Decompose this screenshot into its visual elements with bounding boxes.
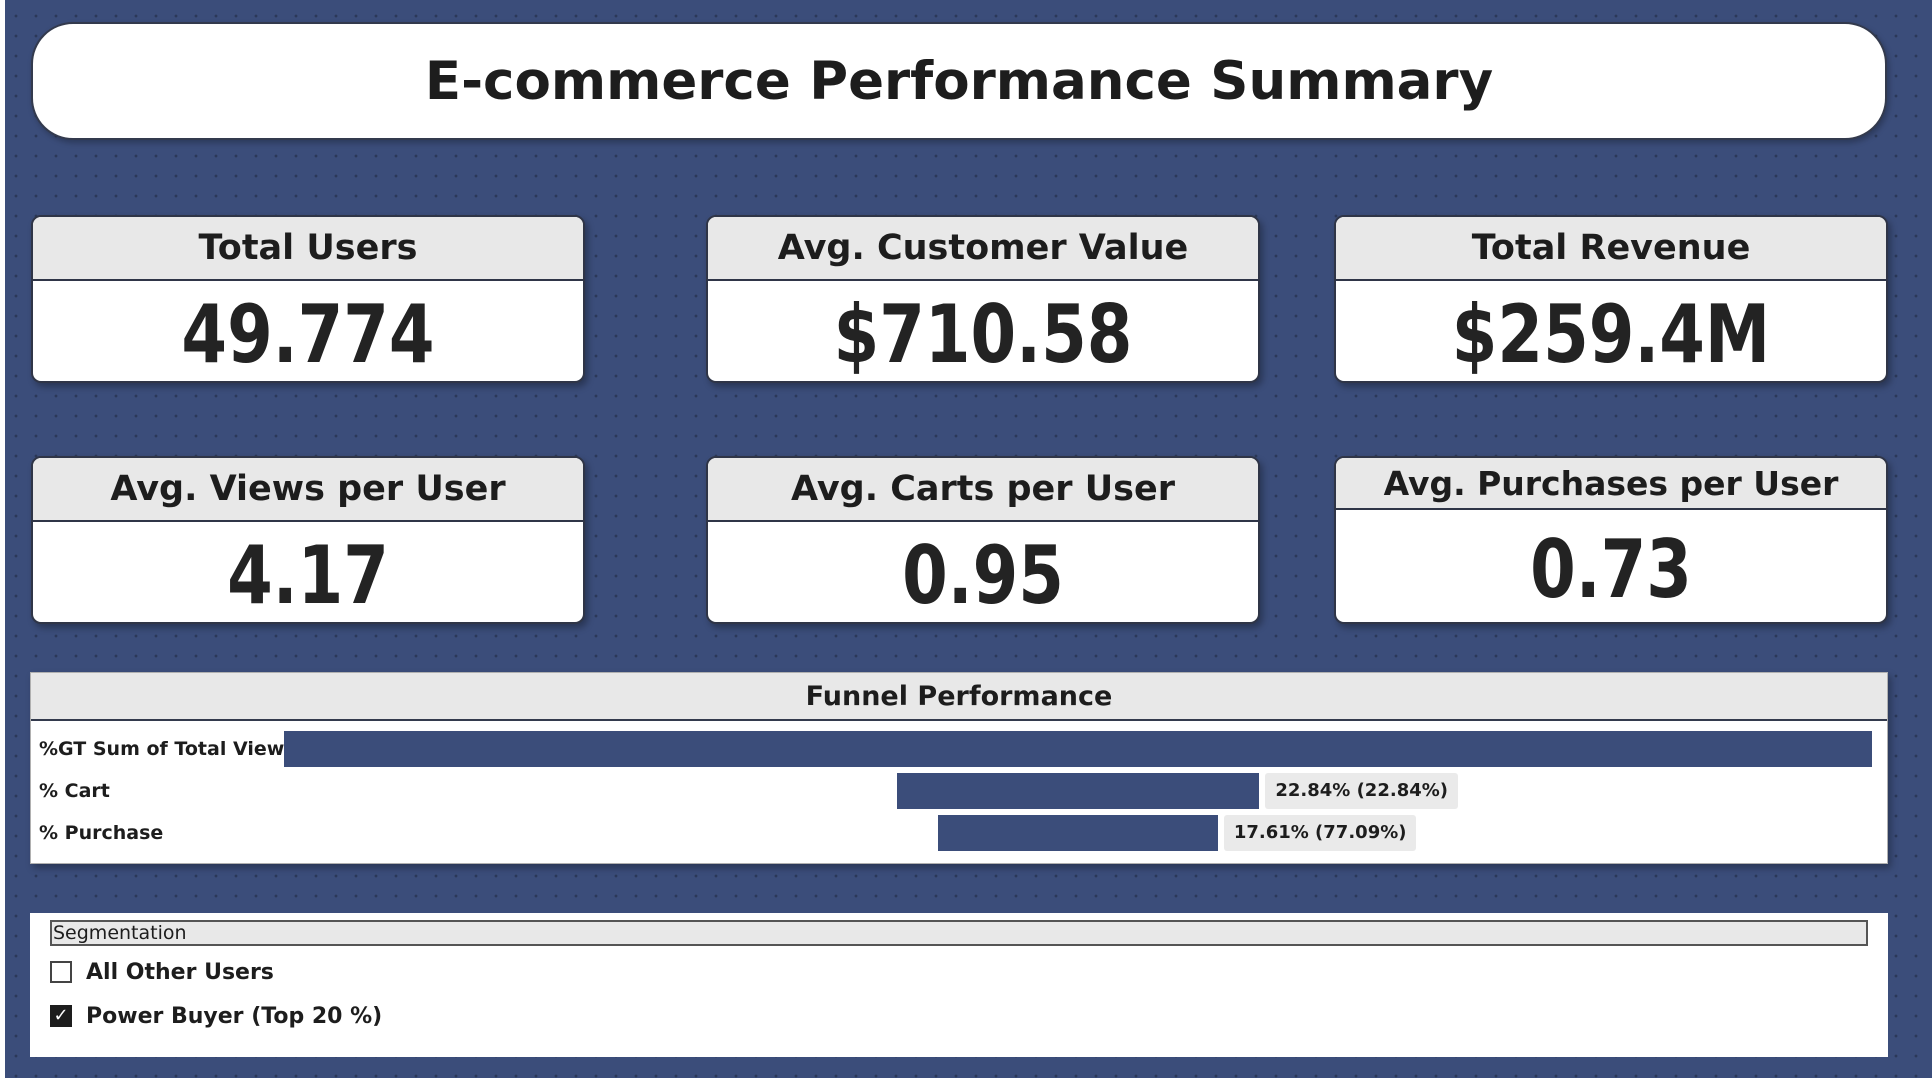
segmentation-slicer: Segmentation All Other Users ✓ Power Buy…	[30, 913, 1888, 1057]
kpi-card-total-users[interactable]: Total Users 49.774	[31, 215, 585, 383]
funnel-bar[interactable]	[284, 731, 1872, 767]
kpi-label: Total Revenue	[1336, 217, 1886, 281]
kpi-card-avg-carts-per-user[interactable]: Avg. Carts per User 0.95	[706, 456, 1260, 624]
segment-option-label: Power Buyer (Top 20 %)	[86, 1003, 383, 1029]
checkmark-icon: ✓	[53, 1005, 69, 1026]
kpi-card-avg-views-per-user[interactable]: Avg. Views per User 4.17	[31, 456, 585, 624]
kpi-value: 0.73	[1530, 522, 1692, 616]
funnel-row-purchase[interactable]: % Purchase 17.61% (77.09%)	[31, 813, 1887, 853]
funnel-title: Funnel Performance	[31, 673, 1887, 721]
funnel-row-label: %GT Sum of Total View	[39, 738, 285, 760]
kpi-label: Avg. Purchases per User	[1336, 458, 1886, 510]
kpi-value: 0.95	[902, 528, 1064, 622]
left-edge-strip	[0, 0, 5, 1078]
funnel-bar[interactable]	[938, 815, 1218, 851]
kpi-label: Avg. Carts per User	[708, 458, 1258, 522]
kpi-value: $710.58	[833, 287, 1133, 381]
dashboard-title: E-commerce Performance Summary	[424, 50, 1494, 112]
funnel-row-cart[interactable]: % Cart 22.84% (22.84%)	[31, 771, 1887, 811]
kpi-value: 4.17	[227, 528, 389, 622]
segmentation-header: Segmentation	[50, 920, 1868, 946]
kpi-label: Avg. Customer Value	[708, 217, 1258, 281]
kpi-card-avg-purchases-per-user[interactable]: Avg. Purchases per User 0.73	[1334, 456, 1888, 624]
funnel-bar[interactable]	[896, 773, 1260, 809]
funnel-performance-panel: Funnel Performance %GT Sum of Total View…	[30, 672, 1888, 864]
kpi-card-total-revenue[interactable]: Total Revenue $259.4M	[1334, 215, 1888, 383]
segment-option-all-other-users[interactable]: All Other Users	[50, 957, 274, 987]
kpi-card-avg-customer-value[interactable]: Avg. Customer Value $710.58	[706, 215, 1260, 383]
dashboard-title-card: E-commerce Performance Summary	[31, 22, 1887, 140]
checkbox-checked-icon[interactable]: ✓	[50, 1005, 72, 1027]
funnel-data-label: 17.61% (77.09%)	[1223, 815, 1417, 851]
kpi-label: Total Users	[33, 217, 583, 281]
funnel-row-label: % Cart	[39, 780, 110, 802]
kpi-value: 49.774	[181, 287, 435, 381]
funnel-row-label: % Purchase	[39, 822, 164, 844]
segment-option-power-buyer[interactable]: ✓ Power Buyer (Top 20 %)	[50, 1001, 382, 1031]
kpi-label: Avg. Views per User	[33, 458, 583, 522]
checkbox-unchecked-icon[interactable]	[50, 961, 72, 983]
funnel-row-total-view[interactable]: %GT Sum of Total View	[31, 729, 1887, 769]
kpi-value: $259.4M	[1451, 287, 1771, 381]
segment-option-label: All Other Users	[86, 959, 274, 985]
funnel-data-label: 22.84% (22.84%)	[1265, 773, 1459, 809]
